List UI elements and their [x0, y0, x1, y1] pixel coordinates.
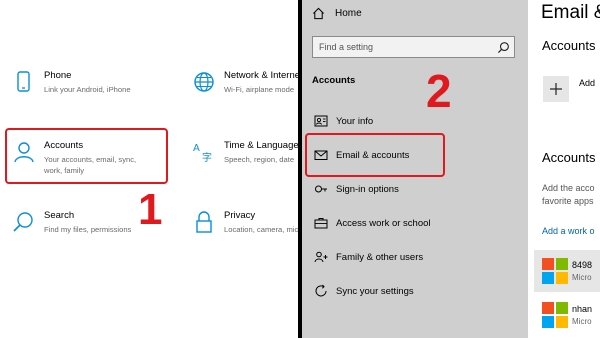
svg-text:A: A — [193, 143, 200, 154]
tile-privacy-title: Privacy — [224, 210, 256, 221]
step-number-1: 1 — [138, 185, 163, 234]
accounts-other-apps-heading: Accounts — [542, 150, 596, 165]
svg-text:字: 字 — [202, 151, 212, 164]
email-accounts-highlight-box — [305, 133, 445, 177]
nav-item-label: Family & other users — [336, 251, 424, 263]
accounts-description-line-2: favorite apps — [542, 196, 594, 206]
nav-item-sign-in-options[interactable]: Sign-in options — [312, 178, 522, 200]
microsoft-logo-icon — [542, 258, 568, 284]
account-name: nhan — [572, 304, 593, 314]
nav-item-your-info[interactable]: Your info — [312, 110, 522, 132]
nav-item-family-users[interactable]: Family & other users — [312, 246, 522, 268]
tile-phone-desc: Link your Android, iPhone — [44, 85, 131, 94]
tile-time-language-desc: Speech, region, date — [224, 155, 295, 164]
accounts-used-heading: Accounts — [542, 38, 596, 53]
page-title: Email & — [541, 2, 600, 23]
account-type: Micro — [572, 273, 592, 282]
tile-search-desc: Find my files, permissions — [44, 225, 132, 234]
account-item[interactable]: nhan Micro — [534, 294, 600, 336]
people-add-icon — [314, 251, 328, 263]
globe-icon — [192, 70, 216, 94]
search-icon — [12, 210, 36, 234]
account-name: 8498 — [572, 260, 593, 270]
nav-item-access-work-school[interactable]: Access work or school — [312, 212, 522, 234]
search-icon[interactable] — [497, 41, 510, 54]
tile-privacy-desc: Location, camera, mic — [224, 225, 299, 234]
add-account-button[interactable] — [543, 76, 569, 102]
home-label: Home — [335, 8, 362, 19]
nav-item-sync-settings[interactable]: Sync your settings — [312, 280, 522, 302]
accounts-description-line-1: Add the acco — [542, 183, 595, 193]
plus-icon — [550, 83, 562, 95]
accounts-nav-panel: Home Find a setting Accounts Your info E… — [302, 0, 528, 338]
settings-home-panel: Phone Link your Android, iPhone Network … — [0, 0, 300, 338]
step-number-2: 2 — [426, 65, 452, 117]
briefcase-icon — [314, 218, 328, 229]
home-link[interactable]: Home — [312, 7, 362, 20]
tile-network-desc: Wi-Fi, airplane mode — [224, 85, 295, 94]
nav-item-label: Sync your settings — [336, 285, 414, 297]
tile-network-title: Network & Interne — [224, 70, 300, 81]
add-work-account-link[interactable]: Add a work o — [542, 226, 595, 236]
key-icon — [315, 185, 327, 193]
tile-phone-title: Phone — [44, 70, 72, 81]
add-account-label[interactable]: Add — [579, 78, 595, 88]
contact-card-icon — [314, 115, 328, 127]
accounts-section-heading: Accounts — [312, 75, 356, 86]
tile-search-title: Search — [44, 210, 75, 221]
lock-icon — [192, 210, 216, 234]
account-item[interactable]: 8498 Micro — [534, 250, 600, 292]
find-setting-placeholder: Find a setting — [319, 42, 374, 52]
nav-item-label: Sign-in options — [336, 183, 399, 195]
nav-item-label: Access work or school — [336, 217, 431, 229]
tile-time-language-title: Time & Language — [224, 140, 299, 151]
microsoft-logo-icon — [542, 302, 568, 328]
home-icon — [313, 7, 324, 20]
phone-icon — [12, 70, 36, 94]
time-language-icon: A字 — [192, 140, 216, 164]
sync-icon — [315, 284, 327, 297]
email-accounts-page: Email & Accounts Add Accounts Add the ac… — [528, 0, 600, 338]
find-setting-input[interactable]: Find a setting — [312, 36, 515, 58]
accounts-highlight-box — [5, 128, 168, 184]
nav-item-label: Your info — [336, 115, 374, 127]
account-type: Micro — [572, 317, 592, 326]
